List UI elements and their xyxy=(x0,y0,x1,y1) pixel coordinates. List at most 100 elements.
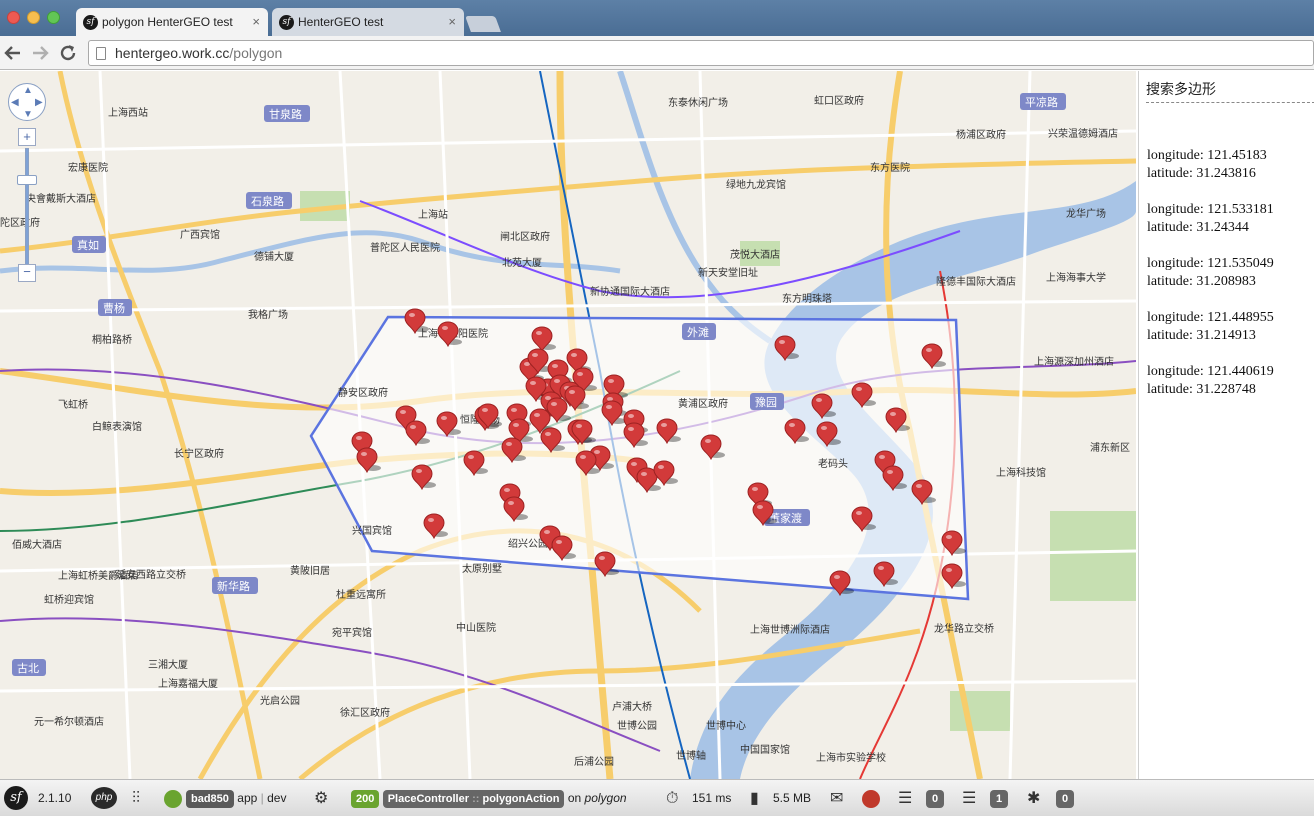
map-place-label: 新协通国际大酒店 xyxy=(590,285,670,298)
token-badge[interactable]: bad850 xyxy=(186,790,234,808)
svg-text:平凉路: 平凉路 xyxy=(1025,95,1058,109)
map-place-label: 兴荣温德姆酒店 xyxy=(1048,127,1118,140)
bug-icon[interactable]: ✱ xyxy=(1027,780,1040,816)
map-place-label: 上海站 xyxy=(418,208,448,221)
token-section[interactable]: bad850 app | dev xyxy=(186,780,286,816)
zoom-slider-handle[interactable] xyxy=(17,175,37,185)
road-badge: 平凉路 xyxy=(1020,93,1066,110)
tab-title: polygon HenterGEO test xyxy=(102,15,233,29)
time-value[interactable]: 151 ms xyxy=(692,780,731,816)
request-section[interactable]: 200 PlaceController :: polygonAction on … xyxy=(351,780,627,816)
map-place-label: 东泰休闲广场 xyxy=(668,96,728,109)
symfony-icon: sf xyxy=(279,15,294,30)
action-name: polygonAction xyxy=(482,793,560,805)
pan-up-icon[interactable]: ▲ xyxy=(23,85,33,96)
browser-toolbar: hentergeo.work.cc/polygon xyxy=(0,36,1314,70)
db-section[interactable]: 0 xyxy=(926,780,944,816)
pan-down-icon[interactable]: ▼ xyxy=(23,109,33,120)
road-badge: 曹杨 xyxy=(98,299,132,316)
security-status-icon[interactable] xyxy=(862,790,880,808)
longitude-value: longitude: 121.533181 xyxy=(1147,202,1274,217)
map-place-label: 茂悦大酒店 xyxy=(730,248,780,261)
mail-icon[interactable]: ✉ xyxy=(830,780,843,816)
map-place-label: 白鲸表演馆 xyxy=(92,420,142,433)
tab-title: HenterGEO test xyxy=(298,15,384,29)
log-count[interactable]: 1 xyxy=(990,790,1008,808)
svg-text:甘泉路: 甘泉路 xyxy=(269,107,302,121)
maximize-window-button[interactable] xyxy=(47,11,60,24)
map-place-label: 杨浦区政府 xyxy=(956,128,1006,141)
map-place-label: 上海市实验学校 xyxy=(816,751,886,764)
status-code-badge[interactable]: 200 xyxy=(351,790,380,808)
svg-text:新华路: 新华路 xyxy=(217,579,250,593)
map-place-label: 陀区政府 xyxy=(0,216,40,229)
map-place-label: 上海世博洲际酒店 xyxy=(750,623,830,636)
map-place-label: 宏康医院 xyxy=(68,161,108,174)
new-tab-button[interactable] xyxy=(465,16,501,32)
back-arrow-icon[interactable] xyxy=(2,42,24,64)
map-place-label: 佰威大酒店 xyxy=(12,538,62,551)
map-place-label: 虹桥迎宾馆 xyxy=(44,593,94,606)
map-place-label: 浦东新区 xyxy=(1090,441,1130,454)
latitude-value: latitude: 31.243816 xyxy=(1147,166,1256,181)
map-place-label: 虹口区政府 xyxy=(814,94,864,107)
close-icon[interactable]: × xyxy=(448,8,456,36)
errors-section[interactable]: 0 xyxy=(1056,780,1074,816)
pan-control[interactable]: ▲ ▼ ◀ ▶ xyxy=(8,83,46,121)
stopwatch-icon[interactable]: ⏱ xyxy=(666,780,678,816)
map-place-label: 世博轴 xyxy=(676,749,706,762)
url-text: hentergeo.work.cc/polygon xyxy=(115,45,282,61)
logs-section[interactable]: 1 xyxy=(990,780,1008,816)
memory-value[interactable]: 5.5 MB xyxy=(773,780,811,816)
tab-hentergeo[interactable]: sf HenterGEO test × xyxy=(272,8,464,36)
route-prefix: on xyxy=(567,791,582,805)
gear-icon[interactable]: ⚙ xyxy=(314,780,328,816)
close-icon[interactable]: × xyxy=(252,8,260,36)
minimize-window-button[interactable] xyxy=(27,11,40,24)
zoom-in-button[interactable]: + xyxy=(18,128,36,146)
database-icon[interactable]: ☰ xyxy=(898,780,912,816)
zoom-out-button[interactable]: − xyxy=(18,264,36,282)
map-place-label: 龙华路立交桥 xyxy=(934,622,994,635)
svg-text:曹杨: 曹杨 xyxy=(103,301,125,315)
map-place-label: 上海西站 xyxy=(108,106,148,119)
close-window-button[interactable] xyxy=(7,11,20,24)
browser-titlebar: sf polygon HenterGEO test × sf HenterGEO… xyxy=(0,0,1314,36)
map-place-label: 后浦公园 xyxy=(574,755,614,768)
tab-polygon[interactable]: sf polygon HenterGEO test × xyxy=(76,8,268,36)
map-place-label: 杜重远寓所 xyxy=(336,588,386,601)
map-place-label: 上海嘉福大厦 xyxy=(158,677,218,690)
park xyxy=(1050,511,1136,601)
controller-badge[interactable]: PlaceController :: polygonAction xyxy=(382,790,565,808)
svg-text:豫园: 豫园 xyxy=(755,396,777,409)
map-place-label: 宛平宾馆 xyxy=(332,626,372,639)
symfony-logo-icon[interactable]: sf xyxy=(4,786,28,810)
memory-icon[interactable]: ▮ xyxy=(750,780,759,816)
pan-left-icon[interactable]: ◀ xyxy=(11,97,19,108)
map-place-label: 飞虹桥 xyxy=(58,399,88,411)
config-bars-icon[interactable]: ⫶⫶ xyxy=(132,780,140,816)
db-query-count[interactable]: 0 xyxy=(926,790,944,808)
map-place-label: 广西宾馆 xyxy=(180,228,220,241)
symfony-version[interactable]: 2.1.10 xyxy=(38,780,71,816)
reload-icon[interactable] xyxy=(57,42,79,64)
longitude-value: longitude: 121.448955 xyxy=(1147,310,1274,325)
php-logo-icon[interactable]: php xyxy=(91,787,117,809)
zoom-slider[interactable] xyxy=(25,148,29,270)
env-label: dev xyxy=(267,791,287,805)
logs-icon[interactable]: ☰ xyxy=(962,780,976,816)
map-place-label: 太原别墅 xyxy=(462,562,502,575)
map-canvas[interactable]: 上海西站 宏康医院 央會戴斯大酒店 陀区政府 广西宾馆 德铺大厦 普陀区人民医院 上海站 闸北区… xyxy=(0,71,1136,779)
address-bar[interactable]: hentergeo.work.cc/polygon xyxy=(88,40,1314,66)
page-icon xyxy=(96,47,106,60)
controller-name: PlaceController xyxy=(387,793,470,805)
map-place-label: 静安区政府 xyxy=(338,386,388,399)
map-place-label: 龙华广场 xyxy=(1066,207,1106,220)
svg-text:古北: 古北 xyxy=(17,662,39,675)
map-place-label: 东方明珠塔 xyxy=(782,292,832,305)
pan-right-icon[interactable]: ▶ xyxy=(35,97,43,108)
forward-arrow-icon[interactable] xyxy=(29,42,51,64)
security-count[interactable]: 0 xyxy=(1056,790,1074,808)
map-place-label: 北苑大厦 xyxy=(502,256,542,269)
road-badge: 甘泉路 xyxy=(264,105,310,122)
